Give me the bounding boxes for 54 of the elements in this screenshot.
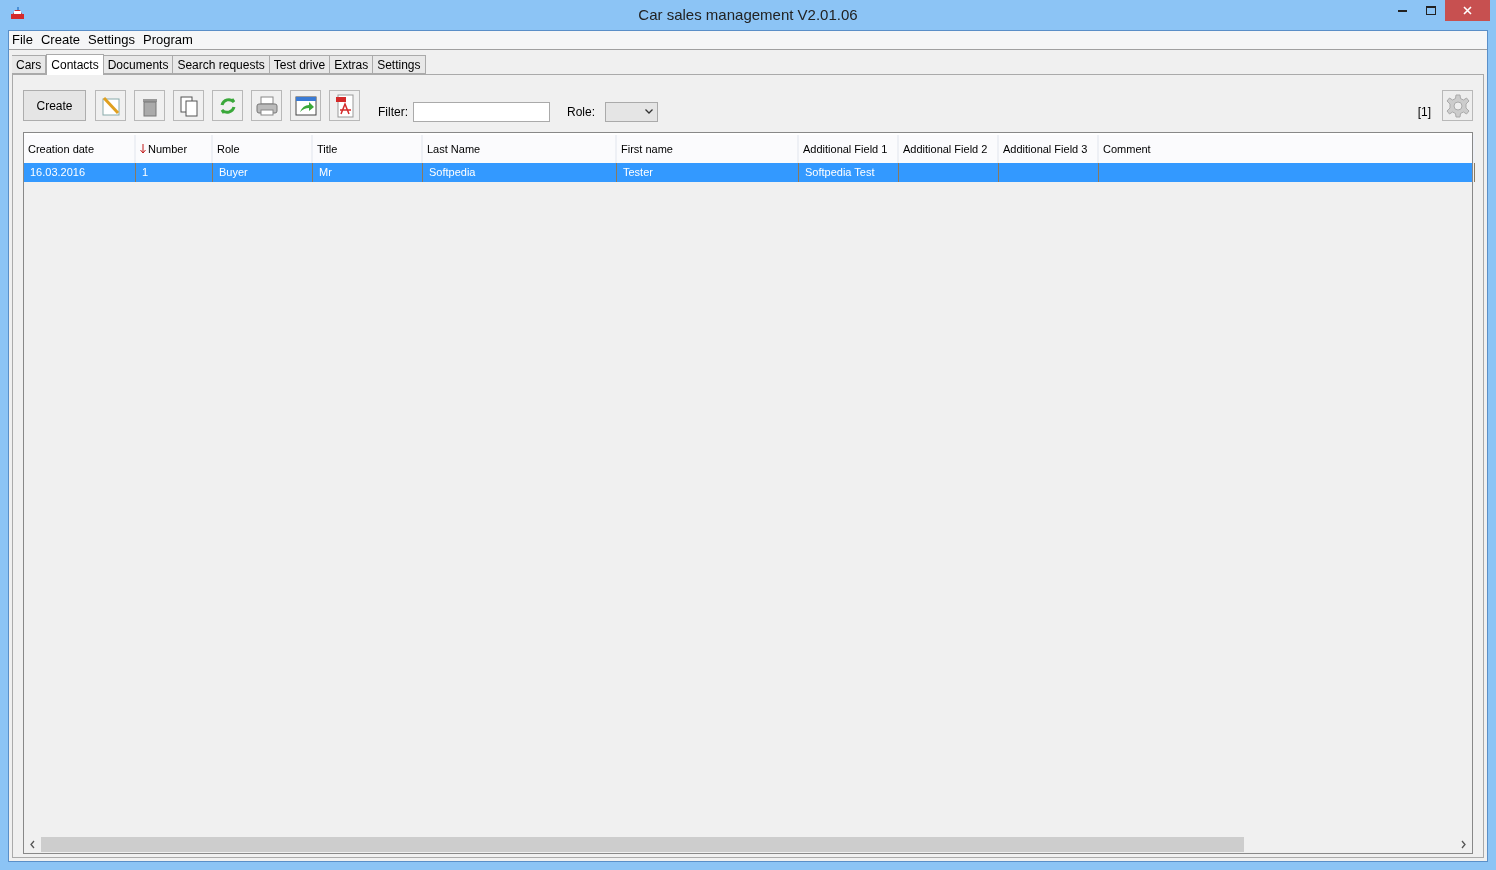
tab[interactable]: Settings <box>373 55 426 74</box>
delete-button[interactable] <box>134 90 165 121</box>
table-cell-text: 16.03.2016 <box>30 165 86 181</box>
pdf-button[interactable] <box>329 90 360 121</box>
column-label: Additional Field 2 <box>903 141 988 157</box>
tab[interactable]: Documents <box>103 55 174 74</box>
car-icon <box>10 7 25 22</box>
window-title: Car sales management V2.01.06 <box>638 4 858 25</box>
record-count: [1] <box>1417 103 1431 121</box>
column-label: Additional Field 1 <box>803 141 888 157</box>
filter-label: Filter: <box>378 103 408 121</box>
tab[interactable]: Test drive <box>269 55 331 74</box>
refresh-button[interactable] <box>212 90 243 121</box>
table-cell-text: Tester <box>623 165 653 181</box>
print-button[interactable] <box>251 90 282 121</box>
close-icon <box>1463 6 1472 15</box>
chevron-down-icon <box>645 109 653 114</box>
export-button[interactable] <box>290 90 321 121</box>
minimize-icon <box>1397 9 1407 12</box>
settings-button[interactable] <box>1442 90 1473 121</box>
column-label: Role <box>217 141 240 157</box>
role-label: Role: <box>567 103 595 121</box>
tab[interactable]: Search requests <box>173 55 270 74</box>
table-cell-text: Softpedia <box>429 165 476 181</box>
printer-icon <box>254 94 279 117</box>
role-dropdown[interactable] <box>605 101 658 122</box>
menu-item[interactable]: File <box>12 30 33 50</box>
table-cell-text: 1 <box>142 165 149 181</box>
column-label: First name <box>621 141 673 157</box>
settings-icon <box>1445 93 1470 118</box>
pdf-file-icon <box>334 93 355 118</box>
maximize-icon <box>1426 6 1436 15</box>
column-label: Last Name <box>427 141 481 157</box>
tab[interactable]: Cars <box>12 55 47 74</box>
menu-item[interactable]: Settings <box>88 30 135 50</box>
table-cell-text: Softpedia Test <box>805 165 875 181</box>
notepad-pencil-icon <box>99 94 122 117</box>
column-label: Creation date <box>28 141 95 157</box>
menu-item[interactable]: Program <box>142 30 193 50</box>
create-button[interactable]: Create <box>23 90 86 121</box>
column-label: Number <box>148 141 188 157</box>
scrollbar-thumb[interactable] <box>41 837 1244 852</box>
edit-button[interactable] <box>95 90 126 121</box>
menu-item[interactable]: Create <box>40 30 80 50</box>
copy-icon <box>178 94 199 117</box>
table-cell-text: Buyer <box>219 165 248 181</box>
table-cell-text: Mr <box>319 165 332 181</box>
copy-button[interactable] <box>173 90 204 121</box>
column-label: Title <box>317 141 338 157</box>
column-label: Comment <box>1103 141 1151 157</box>
filter-field[interactable] <box>413 101 550 122</box>
column-label: Additional Field 3 <box>1003 141 1088 157</box>
tab[interactable]: Contacts <box>46 54 104 75</box>
tab[interactable]: Extras <box>330 55 374 74</box>
